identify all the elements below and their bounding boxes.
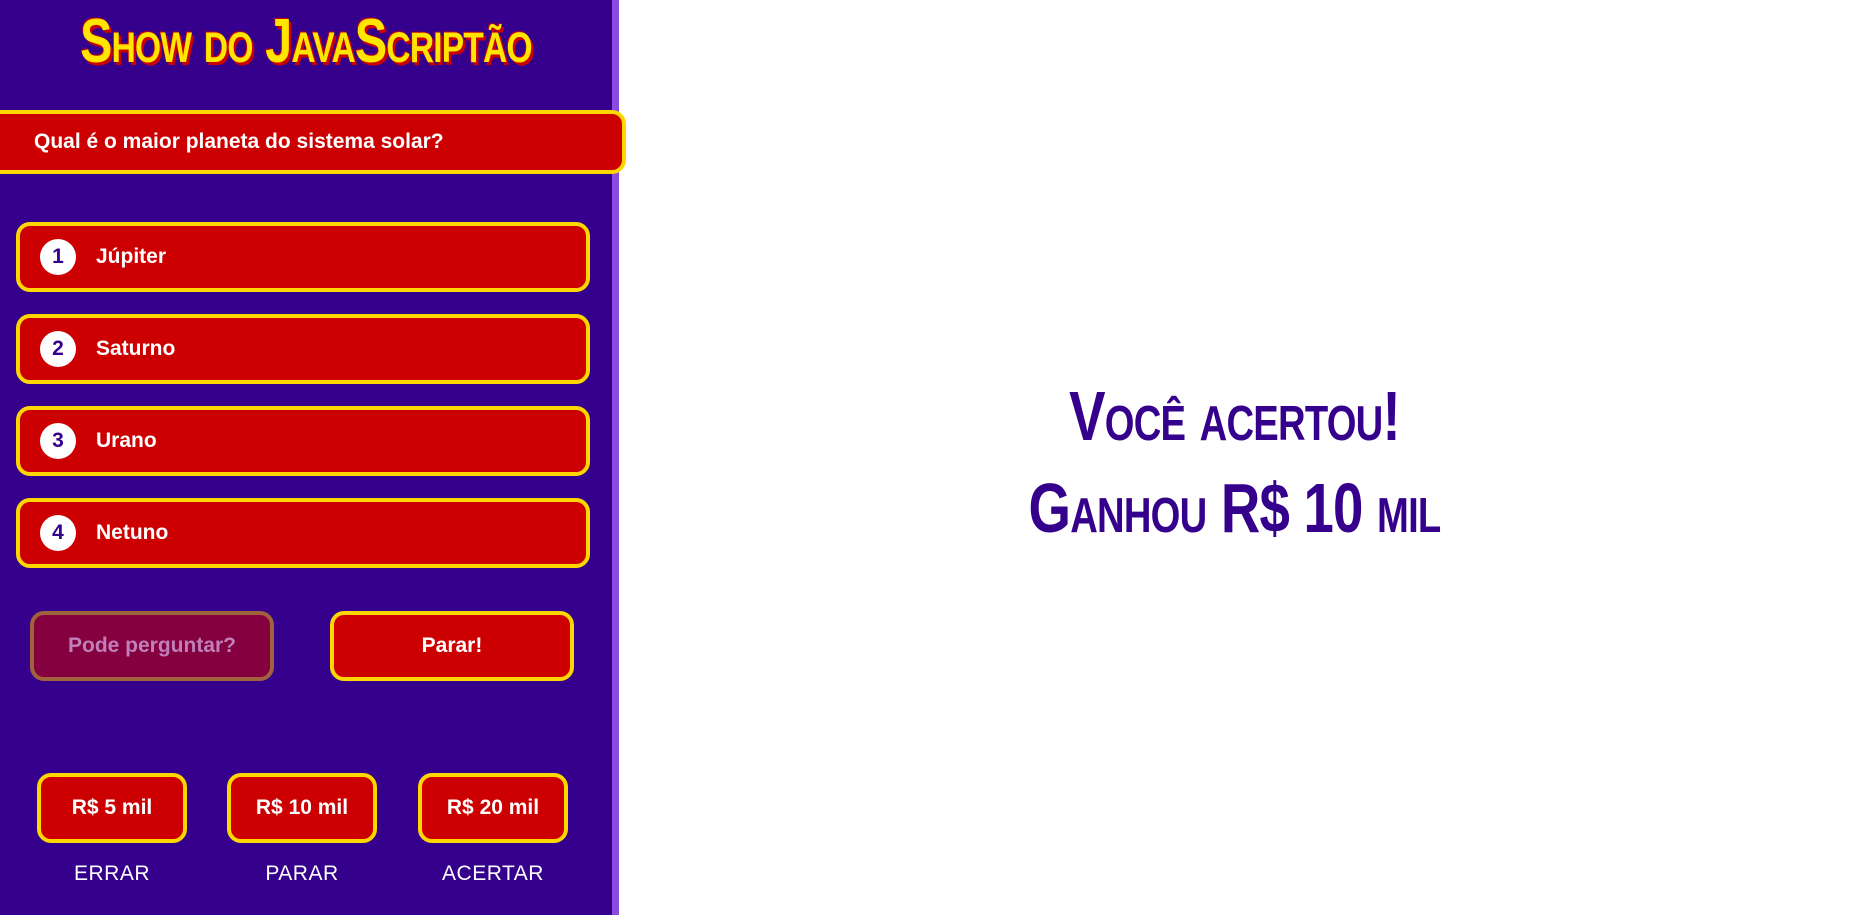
result-winnings: Ganhou R$ 10 mil	[1028, 469, 1442, 547]
result-area: Você acertou! Ganhou R$ 10 mil	[619, 0, 1850, 915]
answer-number-badge: 3	[40, 423, 76, 459]
prize-wrong-label: ERRAR	[73, 862, 150, 885]
answer-option-2[interactable]: 2 Saturno	[16, 314, 590, 384]
prize-wrong-amount: R$ 5 mil	[37, 773, 187, 843]
prize-stop-label: PARAR	[265, 862, 339, 885]
result-message: Você acertou!	[1069, 377, 1401, 455]
prize-correct-label: ACERTAR	[442, 862, 544, 885]
answer-option-4[interactable]: 4 Netuno	[16, 498, 590, 568]
answer-text: Urano	[96, 429, 157, 452]
stop-button[interactable]: Parar!	[330, 611, 574, 681]
prize-stop-amount: R$ 10 mil	[227, 773, 377, 843]
answer-option-3[interactable]: 3 Urano	[16, 406, 590, 476]
answer-text: Júpiter	[96, 245, 167, 268]
answer-option-1[interactable]: 1 Júpiter	[16, 222, 590, 292]
answer-number-badge: 1	[40, 239, 76, 275]
answer-number-badge: 2	[40, 331, 76, 367]
answer-list: 1 Júpiter 2 Saturno 3 Urano 4 Netuno	[16, 222, 590, 590]
answer-number-badge: 4	[40, 515, 76, 551]
ask-button[interactable]: Pode perguntar?	[30, 611, 274, 681]
answer-text: Netuno	[96, 521, 169, 544]
prize-correct-amount: R$ 20 mil	[418, 773, 568, 843]
game-panel: Show do JavaScriptão Qual é o maior plan…	[0, 0, 626, 915]
game-title: Show do JavaScriptão	[80, 7, 533, 76]
question-box: Qual é o maior planeta do sistema solar?	[0, 110, 626, 174]
answer-text: Saturno	[96, 337, 176, 360]
